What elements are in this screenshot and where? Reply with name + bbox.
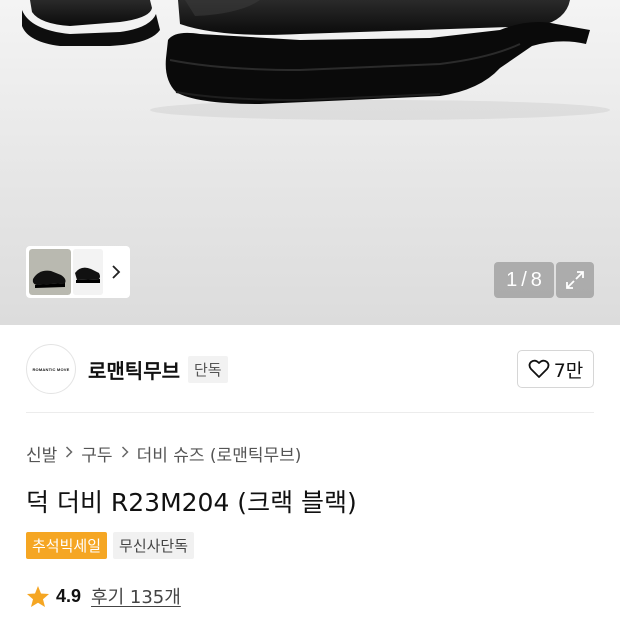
expand-image-button[interactable] [556, 262, 594, 298]
thumbnail-1[interactable] [27, 247, 73, 297]
image-page-counter: 1 / 8 [494, 262, 554, 298]
chevron-right-icon[interactable] [105, 249, 127, 295]
like-count: 7만 [553, 359, 584, 382]
breadcrumb-item-dress-shoes[interactable]: 구두 [81, 441, 112, 466]
brand-name[interactable]: 로맨틱무브 [88, 355, 180, 384]
exclusive-badge: 무신사단독 [113, 532, 195, 559]
sale-badge: 추석빅세일 [26, 532, 108, 559]
brand-logo[interactable]: ROMANTIC MOVE [26, 344, 76, 394]
chevron-right-icon [65, 444, 73, 462]
heart-icon [528, 359, 550, 378]
thumbnail-strip [26, 246, 130, 298]
brand-row: ROMANTIC MOVE 로맨틱무브 단독 7만 [26, 344, 594, 394]
rating-score: 4.9 [56, 585, 82, 606]
divider [26, 412, 594, 413]
breadcrumb-item-derby-shoes[interactable]: 더비 슈즈 (로맨틱무브) [137, 441, 302, 466]
product-badges: 추석빅세일 무신사단독 [26, 532, 195, 559]
counter-separator: / [521, 268, 527, 291]
total-image-count: 8 [530, 268, 542, 291]
brand-logo-text: ROMANTIC MOVE [32, 366, 70, 372]
current-image-index: 1 [506, 268, 518, 291]
like-button[interactable]: 7만 [517, 350, 594, 388]
expand-icon [566, 271, 584, 289]
breadcrumb-item-shoes[interactable]: 신발 [26, 441, 57, 466]
product-image-gallery[interactable]: 1 / 8 [0, 0, 620, 325]
breadcrumb: 신발 구두 더비 슈즈 (로맨틱무브) [26, 440, 301, 466]
thumbnail-2[interactable] [73, 249, 103, 295]
rating: 4.9 후기 135개 [26, 583, 181, 609]
chevron-right-icon [121, 444, 129, 462]
product-title: 덕 더비 R23M204 (크랙 블랙) [26, 488, 357, 517]
review-count-link[interactable]: 후기 135개 [91, 583, 181, 609]
star-icon [27, 585, 49, 607]
exclusive-tag: 단독 [188, 355, 228, 383]
